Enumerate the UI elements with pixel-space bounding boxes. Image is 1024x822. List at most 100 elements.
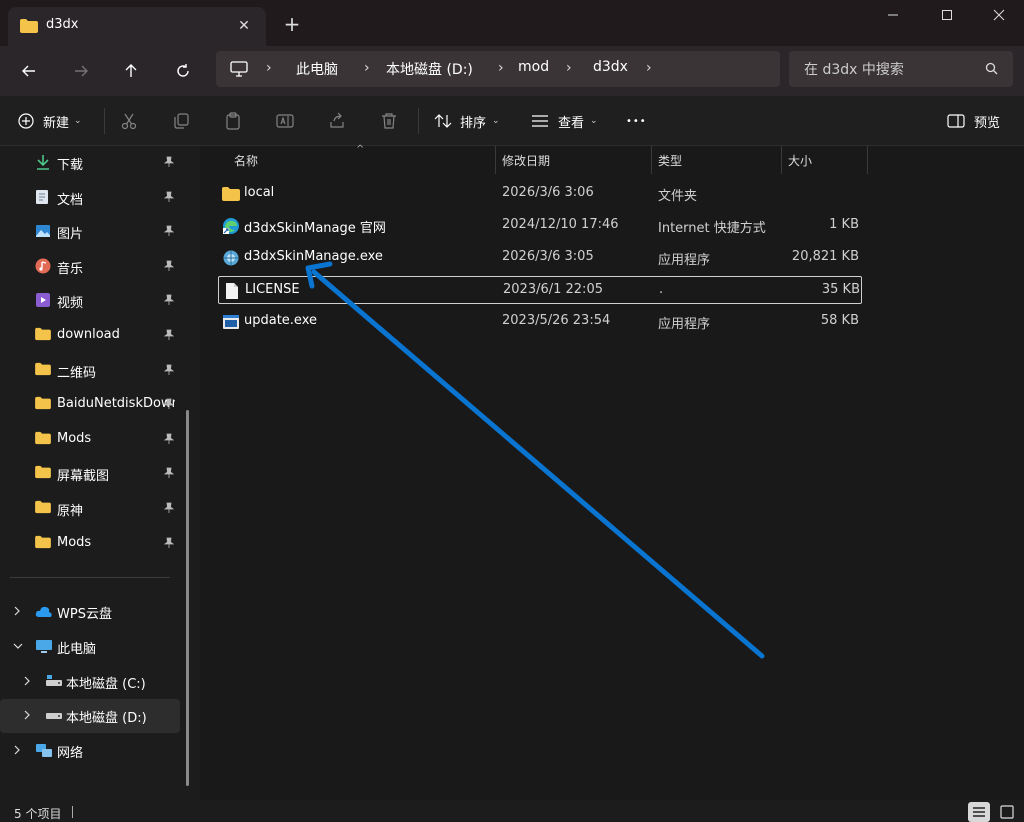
chevron-right-icon[interactable] xyxy=(12,605,22,621)
sort-icon xyxy=(434,114,452,128)
breadcrumb-mod[interactable]: mod xyxy=(518,59,549,75)
column-divider[interactable] xyxy=(867,146,868,174)
file-date: 2026/3/6 3:05 xyxy=(502,249,594,264)
pin-icon[interactable] xyxy=(163,294,175,310)
sidebar-item-network[interactable]: 网络 xyxy=(0,734,190,768)
sidebar-item-mods[interactable]: Mods xyxy=(0,527,190,561)
up-button[interactable] xyxy=(116,56,146,86)
breadcrumb-this-pc[interactable]: 此电脑 xyxy=(296,59,338,79)
sidebar-item-label: 网络 xyxy=(57,746,84,761)
delete-button[interactable] xyxy=(378,110,400,132)
sidebar-item-label: 图片 xyxy=(57,227,84,243)
sidebar-item-drive-d[interactable]: 本地磁盘 (D:) xyxy=(0,699,180,733)
sort-button[interactable]: 排序 ⌄ xyxy=(434,108,500,134)
sidebar-item-原神[interactable]: 原神 xyxy=(0,492,190,526)
file-name: d3dxSkinManage 官网 xyxy=(244,221,386,236)
details-view-button[interactable] xyxy=(968,802,990,822)
column-divider[interactable] xyxy=(651,146,652,174)
chevron-right-icon[interactable] xyxy=(22,709,32,725)
file-name: LICENSE xyxy=(245,282,300,297)
divider xyxy=(10,577,170,578)
sidebar-item-this-pc[interactable]: 此电脑 xyxy=(0,630,190,664)
pin-icon[interactable] xyxy=(163,398,175,414)
table-row[interactable]: LICENSE 2023/6/1 22:05 . 35 KB xyxy=(218,276,862,304)
paste-button[interactable] xyxy=(222,110,244,132)
tiles-view-button[interactable] xyxy=(996,802,1018,822)
file-date: 2023/5/26 23:54 xyxy=(502,313,611,328)
file-name: d3dxSkinManage.exe xyxy=(244,249,383,264)
view-button[interactable]: 查看 ⌄ xyxy=(531,108,598,134)
tab-close-icon[interactable]: ✕ xyxy=(234,16,254,36)
search-input[interactable]: 在 d3dx 中搜索 xyxy=(804,59,904,79)
chevron-right-icon[interactable] xyxy=(22,675,32,691)
refresh-button[interactable] xyxy=(168,56,198,86)
new-tab-button[interactable]: + xyxy=(282,14,302,34)
minimize-button[interactable] xyxy=(870,0,916,30)
preview-pane-button[interactable]: 预览 xyxy=(947,108,1000,134)
column-divider[interactable] xyxy=(781,146,782,174)
sidebar-item-baidunetdiskdownload[interactable]: BaiduNetdiskDownload xyxy=(0,388,190,422)
file-name: update.exe xyxy=(244,313,317,328)
sidebar-item-音乐[interactable]: 音乐 xyxy=(0,250,190,284)
table-row[interactable]: local 2026/3/6 3:06 文件夹 xyxy=(218,180,862,208)
pin-icon[interactable] xyxy=(163,433,175,449)
tab-d3dx[interactable]: d3dx ✕ xyxy=(8,7,266,46)
column-header-type[interactable]: 类型 xyxy=(658,152,682,169)
table-row[interactable]: d3dxSkinManage.exe 2026/3/6 3:05 应用程序 20… xyxy=(218,244,862,272)
sidebar-item-download[interactable]: download xyxy=(0,319,190,353)
column-header-name[interactable]: 名称 xyxy=(234,152,258,169)
sidebar-item-mods[interactable]: Mods xyxy=(0,423,190,457)
rename-button[interactable] xyxy=(274,110,296,132)
sort-label: 排序 xyxy=(460,115,487,131)
folder-icon xyxy=(35,327,51,343)
sidebar-item-wps-cloud[interactable]: WPS云盘 xyxy=(0,595,190,629)
table-row[interactable]: d3dxSkinManage 官网 2024/12/10 17:46 Inter… xyxy=(218,212,862,240)
sidebar-item-label: 下载 xyxy=(57,158,84,173)
sidebar-item-视频[interactable]: 视频 xyxy=(0,284,190,318)
address-bar[interactable]: › 此电脑 › 本地磁盘 (D:) › mod › d3dx › xyxy=(216,51,780,87)
pin-icon[interactable] xyxy=(163,260,175,276)
sidebar-item-drive-c[interactable]: 本地磁盘 (C:) xyxy=(0,665,190,699)
column-header-date[interactable]: 修改日期 xyxy=(502,152,550,169)
sidebar-item-文档[interactable]: 文档 xyxy=(0,181,190,215)
pin-icon[interactable] xyxy=(163,329,175,345)
cut-button[interactable] xyxy=(118,110,140,132)
column-divider[interactable] xyxy=(495,146,496,174)
search-box[interactable]: 在 d3dx 中搜索 xyxy=(789,51,1013,87)
close-window-button[interactable] xyxy=(976,0,1022,30)
file-size: 58 KB xyxy=(820,313,859,328)
copy-button[interactable] xyxy=(170,110,192,132)
forward-button[interactable] xyxy=(66,56,96,86)
breadcrumb-drive-d[interactable]: 本地磁盘 (D:) xyxy=(386,59,473,79)
minimize-icon xyxy=(888,14,898,16)
file-type: 文件夹 xyxy=(658,189,698,204)
arrow-up-icon xyxy=(125,64,137,77)
column-header-size[interactable]: 大小 xyxy=(788,152,812,169)
pin-icon[interactable] xyxy=(163,156,175,172)
more-options-button[interactable]: ••• xyxy=(626,108,647,134)
sidebar-item-下载[interactable]: 下载 xyxy=(0,146,190,180)
sidebar-scrollbar[interactable] xyxy=(186,410,189,786)
chevron-right-icon: › xyxy=(566,60,572,76)
app-window-icon xyxy=(223,315,239,329)
chevron-down-icon[interactable] xyxy=(12,640,24,655)
pin-icon[interactable] xyxy=(163,225,175,241)
maximize-button[interactable] xyxy=(924,0,970,30)
new-button[interactable]: 新建 ⌄ xyxy=(18,108,82,134)
chevron-right-icon[interactable]: › xyxy=(646,60,652,76)
sidebar-item-图片[interactable]: 图片 xyxy=(0,215,190,249)
chevron-right-icon: › xyxy=(364,60,370,76)
chevron-right-icon[interactable] xyxy=(12,744,22,760)
sidebar-item-二维码[interactable]: 二维码 xyxy=(0,354,190,388)
pin-icon[interactable] xyxy=(163,191,175,207)
pin-icon[interactable] xyxy=(163,537,175,553)
breadcrumb-d3dx[interactable]: d3dx xyxy=(593,59,628,75)
pin-icon[interactable] xyxy=(163,364,175,380)
pin-icon[interactable] xyxy=(163,502,175,518)
share-button[interactable] xyxy=(326,110,348,132)
pin-icon[interactable] xyxy=(163,467,175,483)
table-row[interactable]: update.exe 2023/5/26 23:54 应用程序 58 KB xyxy=(218,308,862,336)
back-button[interactable] xyxy=(14,56,44,86)
divider xyxy=(104,108,105,134)
sidebar-item-屏幕截图[interactable]: 屏幕截图 xyxy=(0,457,190,491)
